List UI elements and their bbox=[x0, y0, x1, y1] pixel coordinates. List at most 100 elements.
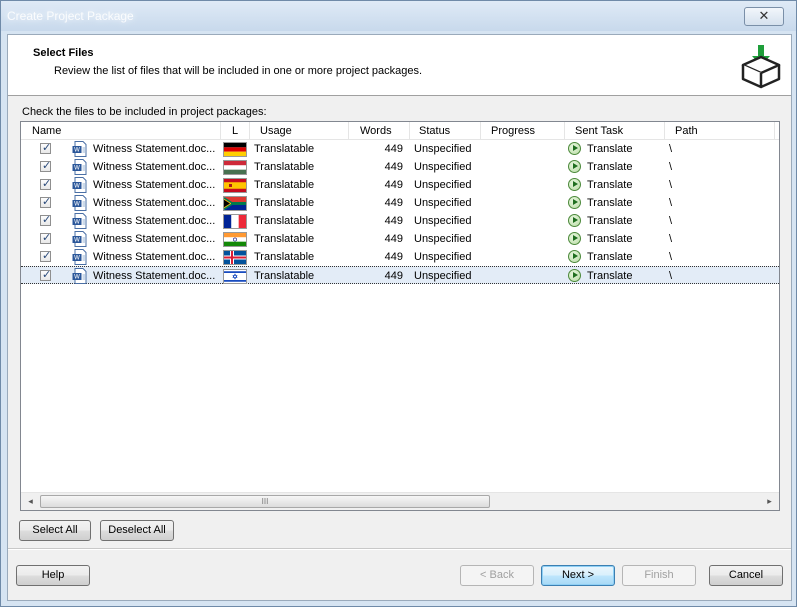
file-sent-task: Translate bbox=[587, 161, 633, 173]
file-checkbox[interactable] bbox=[40, 195, 51, 208]
file-name: Witness Statement.doc... bbox=[93, 270, 216, 282]
column-header-words[interactable]: Words bbox=[360, 125, 392, 137]
file-name: Witness Statement.doc... bbox=[93, 233, 216, 245]
dialog-body: Select Files Review the list of files th… bbox=[7, 34, 792, 601]
back-button[interactable]: < Back bbox=[460, 565, 534, 586]
column-header-status[interactable]: Status bbox=[419, 125, 450, 137]
india-flag-icon bbox=[223, 232, 247, 247]
translate-task-icon bbox=[568, 196, 581, 209]
file-checkbox[interactable] bbox=[40, 249, 51, 262]
file-words: 449 bbox=[384, 233, 403, 245]
file-path: \ bbox=[669, 233, 673, 245]
file-row[interactable]: W Witness Statement.doc... Translatable 449… bbox=[21, 248, 779, 266]
deselect-all-button[interactable]: Deselect All bbox=[100, 520, 174, 541]
file-name: Witness Statement.doc... bbox=[93, 179, 216, 191]
file-row[interactable]: W Witness Statement.doc... Translatable 449… bbox=[21, 140, 779, 158]
file-status: Unspecified bbox=[414, 251, 472, 263]
file-status: Unspecified bbox=[414, 143, 472, 155]
translate-task-icon bbox=[568, 160, 581, 173]
file-words: 449 bbox=[384, 215, 403, 227]
horizontal-scrollbar[interactable]: ◂ III ▸ bbox=[21, 492, 779, 510]
file-path: \ bbox=[669, 143, 673, 155]
file-checkbox[interactable] bbox=[40, 177, 51, 190]
column-header-path[interactable]: Path bbox=[675, 125, 698, 137]
translate-task-icon bbox=[568, 250, 581, 263]
file-checkbox[interactable] bbox=[40, 268, 51, 281]
scroll-left-arrow-icon[interactable]: ◂ bbox=[23, 495, 38, 508]
spain-flag-icon bbox=[223, 178, 247, 193]
package-box-icon bbox=[741, 45, 781, 89]
file-sent-task: Translate bbox=[587, 179, 633, 191]
file-usage: Translatable bbox=[254, 233, 315, 245]
column-header-name[interactable]: Name bbox=[32, 125, 61, 137]
file-sent-task: Translate bbox=[587, 270, 633, 282]
file-words: 449 bbox=[384, 251, 403, 263]
translate-task-icon bbox=[568, 214, 581, 227]
file-name: Witness Statement.doc... bbox=[93, 161, 216, 173]
file-usage: Translatable bbox=[254, 179, 315, 191]
create-project-package-dialog: Create Project Package ✕ Select Files Re… bbox=[0, 0, 797, 607]
file-status: Unspecified bbox=[414, 161, 472, 173]
word-document-icon: W bbox=[72, 177, 88, 193]
svg-text:W: W bbox=[74, 255, 80, 262]
column-header-progress[interactable]: Progress bbox=[491, 125, 535, 137]
column-header-sent-task[interactable]: Sent Task bbox=[575, 125, 623, 137]
word-document-icon: W bbox=[72, 213, 88, 229]
page-subtitle: Review the list of files that will be in… bbox=[54, 65, 423, 77]
file-path: \ bbox=[669, 197, 673, 209]
file-checkbox[interactable] bbox=[40, 213, 51, 226]
file-checkbox[interactable] bbox=[40, 231, 51, 244]
file-checkbox[interactable] bbox=[40, 159, 51, 172]
file-sent-task: Translate bbox=[587, 233, 633, 245]
cancel-button[interactable]: Cancel bbox=[709, 565, 783, 586]
file-row[interactable]: W Witness Statement.doc... Translatable 449… bbox=[21, 230, 779, 248]
scroll-right-arrow-icon[interactable]: ▸ bbox=[762, 495, 777, 508]
file-usage: Translatable bbox=[254, 251, 315, 263]
column-header-row: Name L Usage Words Status Progress Sent … bbox=[21, 122, 779, 140]
file-row[interactable]: W Witness Statement.doc... Translatable 449… bbox=[21, 212, 779, 230]
footer-divider bbox=[8, 548, 791, 550]
file-sent-task: Translate bbox=[587, 251, 633, 263]
column-header-usage[interactable]: Usage bbox=[260, 125, 292, 137]
svg-text:W: W bbox=[74, 219, 80, 226]
svg-text:W: W bbox=[74, 165, 80, 172]
file-row[interactable]: W Witness Statement.doc... Translatable 449… bbox=[21, 194, 779, 212]
close-button[interactable]: ✕ bbox=[744, 7, 784, 26]
iceland-flag-icon bbox=[223, 250, 247, 265]
word-document-icon: W bbox=[72, 249, 88, 265]
translate-task-icon bbox=[568, 232, 581, 245]
file-words: 449 bbox=[384, 143, 403, 155]
file-usage: Translatable bbox=[254, 161, 315, 173]
file-row[interactable]: W Witness Statement.doc... Translatable 449… bbox=[21, 158, 779, 176]
help-button[interactable]: Help bbox=[16, 565, 90, 586]
title-bar[interactable]: Create Project Package ✕ bbox=[1, 1, 796, 31]
south-africa-flag-icon bbox=[223, 196, 247, 211]
file-status: Unspecified bbox=[414, 233, 472, 245]
select-all-button[interactable]: Select All bbox=[19, 520, 91, 541]
page-title: Select Files bbox=[33, 47, 94, 59]
svg-text:W: W bbox=[74, 183, 80, 190]
file-path: \ bbox=[669, 161, 673, 173]
word-document-icon: W bbox=[72, 195, 88, 211]
france-flag-icon bbox=[223, 214, 247, 229]
file-row[interactable]: W Witness Statement.doc... Translatable 449… bbox=[21, 176, 779, 194]
file-status: Unspecified bbox=[414, 179, 472, 191]
file-usage: Translatable bbox=[254, 270, 315, 282]
instruction-label: Check the files to be included in projec… bbox=[22, 106, 267, 118]
next-button[interactable]: Next > bbox=[541, 565, 615, 586]
finish-button[interactable]: Finish bbox=[622, 565, 696, 586]
germany-flag-icon bbox=[223, 142, 247, 157]
file-words: 449 bbox=[384, 161, 403, 173]
file-words: 449 bbox=[384, 270, 403, 282]
column-header-language[interactable]: L bbox=[232, 125, 238, 137]
file-words: 449 bbox=[384, 197, 403, 209]
word-document-icon: W bbox=[72, 159, 88, 175]
scrollbar-thumb[interactable]: III bbox=[40, 495, 490, 508]
israel-flag-icon bbox=[223, 269, 247, 284]
file-row[interactable]: W Witness Statement.doc... Translatable 449… bbox=[21, 266, 779, 284]
files-grid[interactable]: Name L Usage Words Status Progress Sent … bbox=[20, 121, 780, 511]
file-path: \ bbox=[669, 215, 673, 227]
word-document-icon: W bbox=[72, 268, 88, 284]
file-words: 449 bbox=[384, 179, 403, 191]
file-checkbox[interactable] bbox=[40, 141, 51, 154]
